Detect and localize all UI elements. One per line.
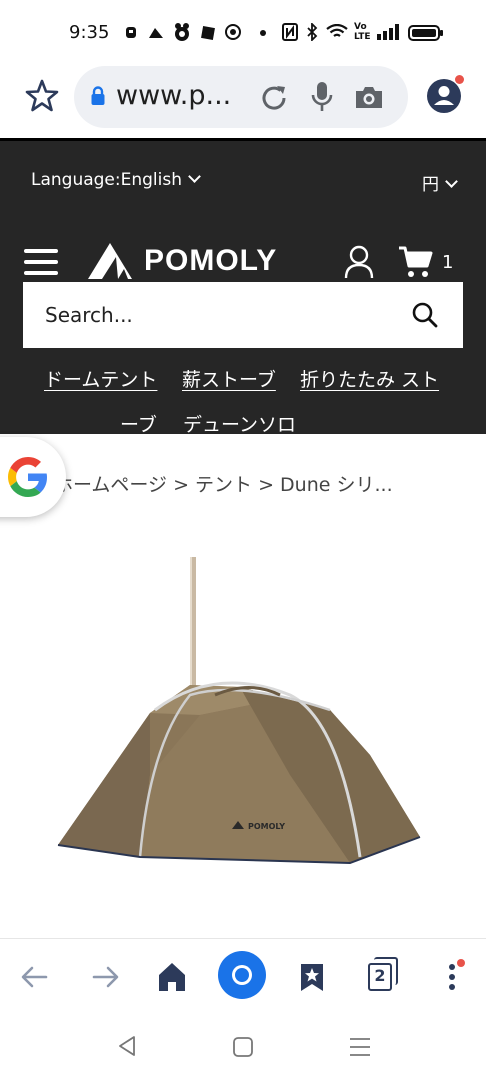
hotspot-icon [225, 24, 241, 40]
tabs-button[interactable]: 2 [368, 957, 400, 995]
cloud-icon [149, 28, 163, 38]
tab-count: 2 [368, 963, 392, 991]
google-g-icon [8, 457, 47, 497]
bluetooth-icon [307, 23, 318, 41]
forward-arrow-icon[interactable] [80, 953, 128, 1001]
search-box [23, 282, 463, 348]
system-home-icon[interactable] [232, 1036, 254, 1058]
notification-dot [455, 75, 464, 84]
url-text[interactable]: www.p... [116, 80, 231, 111]
more-vertical-icon [449, 959, 465, 990]
site-logo[interactable]: POMOLY [88, 241, 288, 281]
dropbox-icon [201, 26, 215, 40]
cart-icon[interactable] [398, 245, 434, 279]
reload-icon[interactable] [258, 82, 290, 114]
category-link-dome-tent[interactable]: ドームテント [44, 365, 157, 392]
chevron-down-icon [188, 170, 201, 183]
svg-text:POMOLY: POMOLY [248, 822, 285, 831]
browser-toolbar: www.p... [0, 62, 486, 138]
nfc-icon [282, 23, 298, 41]
breadcrumb[interactable]: ホームページ > テント > Dune シリ... [54, 470, 393, 497]
search-input[interactable] [45, 301, 405, 329]
hamburger-menu-icon[interactable] [24, 249, 58, 279]
bookmarks-icon[interactable] [288, 953, 336, 1001]
system-nav-bar [0, 1014, 486, 1080]
logo-text: POMOLY [144, 244, 278, 277]
back-arrow-icon[interactable] [12, 953, 60, 1001]
battery-icon [408, 25, 443, 41]
more-options-button[interactable] [438, 953, 486, 1001]
language-label: Language:English [31, 170, 183, 190]
search-icon[interactable] [411, 301, 439, 329]
camera-icon[interactable] [354, 84, 384, 110]
signal-icon [377, 24, 399, 40]
browser-brand-icon[interactable] [216, 949, 268, 1001]
messenger-icon [126, 27, 136, 38]
category-link-dune-solo[interactable]: デューンソロ [183, 410, 296, 437]
account-avatar[interactable] [426, 75, 464, 114]
lock-icon [91, 86, 105, 105]
bookmark-star-icon[interactable] [24, 78, 60, 114]
logo-mountain-icon [88, 243, 132, 279]
microphone-icon[interactable] [310, 80, 334, 114]
game-icon [175, 23, 189, 41]
currency-selector[interactable]: 円 [422, 170, 458, 195]
system-back-icon[interactable] [116, 1034, 138, 1058]
system-recents-icon[interactable] [348, 1036, 372, 1058]
category-link-folding-stove[interactable]: 折りたたみ スト [300, 365, 439, 392]
browser-bottom-nav: 2 [0, 938, 486, 1014]
cart-count: 1 [442, 252, 454, 273]
status-icons: Vo LTE [120, 22, 450, 44]
site-header: Language:English 円 POMOLY 1 ドームテント 薪ストーブ [0, 138, 486, 437]
chevron-down-icon [445, 175, 458, 188]
user-icon[interactable] [344, 245, 374, 279]
category-link-folding-stove-cont[interactable]: ーブ [120, 410, 157, 437]
wifi-icon [326, 24, 348, 37]
status-time: 9:35 [69, 22, 110, 43]
category-link-wood-stove[interactable]: 薪ストーブ [182, 365, 276, 392]
google-bubble[interactable] [0, 437, 66, 517]
language-selector[interactable]: Language:English [31, 170, 201, 190]
volte-icon: Vo LTE [354, 22, 371, 42]
address-bar[interactable]: www.p... [74, 66, 408, 128]
status-bar: 9:35 Vo LTE [0, 0, 486, 62]
home-icon[interactable] [148, 953, 196, 1001]
currency-label: 円 [422, 175, 439, 195]
product-image-tent[interactable]: POMOLY [40, 545, 450, 875]
dot-icon [260, 30, 266, 36]
